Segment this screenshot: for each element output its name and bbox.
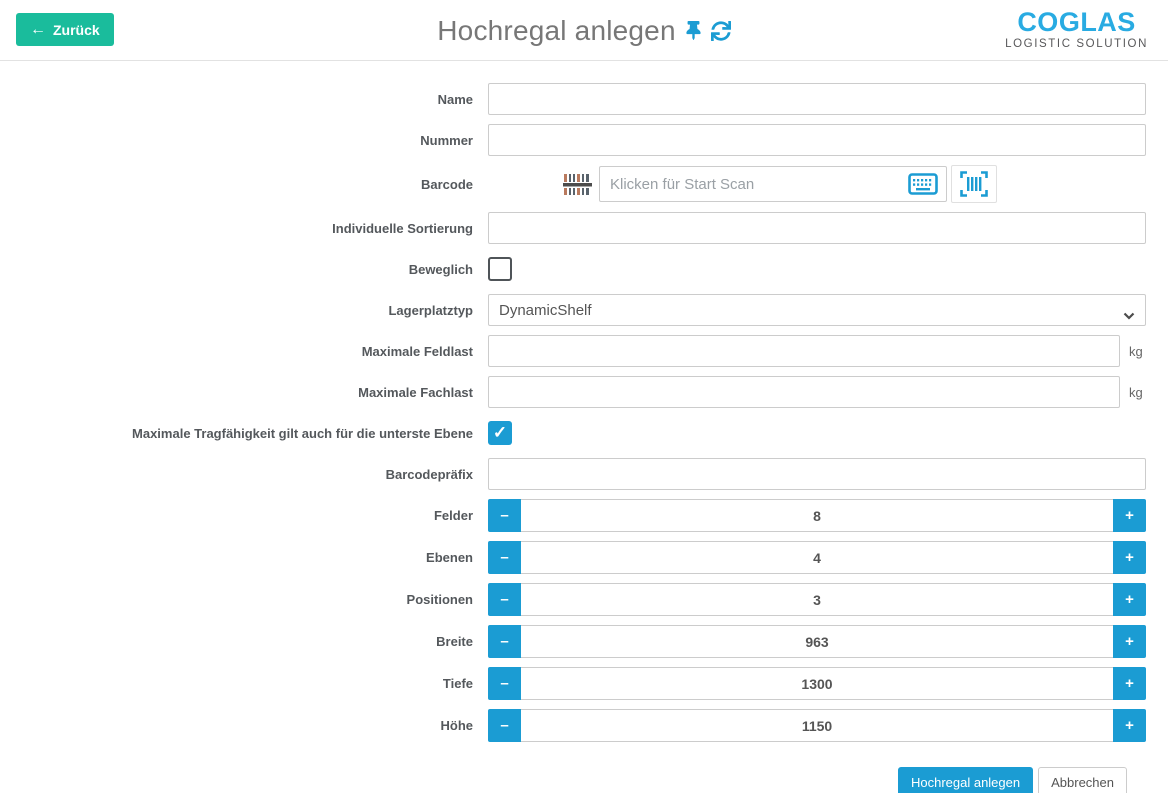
hoehe-label: Höhe <box>0 718 473 733</box>
breite-value-input[interactable] <box>521 625 1113 658</box>
row-sortierung: Individuelle Sortierung <box>0 212 1146 244</box>
tiefe-stepper: – + <box>488 667 1146 700</box>
barcodepraefix-label: Barcodepräfix <box>0 467 473 482</box>
lagerplatztyp-value: DynamicShelf <box>499 302 592 319</box>
barcode-widget <box>563 165 997 203</box>
coglas-logo: COGLAS LOGISTIC SOLUTION <box>1005 9 1148 51</box>
felder-increment-button[interactable]: + <box>1113 499 1146 532</box>
logo-tagline: LOGISTIC SOLUTION <box>1005 39 1148 51</box>
cancel-button[interactable]: Abbrechen <box>1038 767 1127 793</box>
barcode-scan-button[interactable] <box>951 165 997 203</box>
felder-decrement-button[interactable]: – <box>488 499 521 532</box>
row-barcodepraefix: Barcodepräfix <box>0 458 1146 490</box>
feldlast-unit: kg <box>1129 344 1143 359</box>
ebenen-label: Ebenen <box>0 550 473 565</box>
header: ← Zurück Hochregal anlegen COGLAS LOGIST… <box>0 0 1168 61</box>
row-positionen: Positionen – + <box>0 583 1146 616</box>
sortierung-input[interactable] <box>488 212 1146 244</box>
fachlast-input[interactable] <box>488 376 1120 408</box>
chevron-down-icon <box>1123 307 1135 324</box>
breite-stepper: – + <box>488 625 1146 658</box>
page-title: Hochregal anlegen <box>437 15 675 47</box>
breite-decrement-button[interactable]: – <box>488 625 521 658</box>
logo-name: COGLAS <box>1005 9 1148 36</box>
row-nummer: Nummer <box>0 124 1146 156</box>
row-fachlast: Maximale Fachlast kg <box>0 376 1146 408</box>
row-tiefe: Tiefe – + <box>0 667 1146 700</box>
positionen-decrement-button[interactable]: – <box>488 583 521 616</box>
row-feldlast: Maximale Feldlast kg <box>0 335 1146 367</box>
form-area: Name Nummer Barcode <box>0 61 1168 793</box>
hoehe-increment-button[interactable]: + <box>1113 709 1146 742</box>
beweglich-label: Beweglich <box>0 262 473 277</box>
refresh-icon[interactable] <box>711 21 731 41</box>
positionen-value-input[interactable] <box>521 583 1113 616</box>
felder-label: Felder <box>0 508 473 523</box>
beweglich-checkbox[interactable] <box>488 257 512 281</box>
tragfaehigkeit-checkbox[interactable]: ✓ <box>488 421 512 445</box>
row-barcode: Barcode <box>0 165 1146 203</box>
row-ebenen: Ebenen – + <box>0 541 1146 574</box>
name-label: Name <box>0 92 473 107</box>
barcode-label: Barcode <box>0 177 473 192</box>
feldlast-input[interactable] <box>488 335 1120 367</box>
checkmark-icon: ✓ <box>493 423 507 443</box>
form-actions: Hochregal anlegen Abbrechen <box>0 767 1127 793</box>
barcode-lines-icon <box>563 173 592 195</box>
row-hoehe: Höhe – + <box>0 709 1146 742</box>
submit-button[interactable]: Hochregal anlegen <box>898 767 1033 793</box>
ebenen-stepper: – + <box>488 541 1146 574</box>
title-area: Hochregal anlegen <box>0 0 1168 61</box>
row-name: Name <box>0 83 1146 115</box>
barcode-scan-input[interactable] <box>599 166 947 202</box>
feldlast-label: Maximale Feldlast <box>0 344 473 359</box>
breite-label: Breite <box>0 634 473 649</box>
positionen-increment-button[interactable]: + <box>1113 583 1146 616</box>
row-breite: Breite – + <box>0 625 1146 658</box>
breite-increment-button[interactable]: + <box>1113 625 1146 658</box>
ebenen-decrement-button[interactable]: – <box>488 541 521 574</box>
pin-icon[interactable] <box>686 21 701 40</box>
tiefe-decrement-button[interactable]: – <box>488 667 521 700</box>
barcodepraefix-input[interactable] <box>488 458 1146 490</box>
tiefe-label: Tiefe <box>0 676 473 691</box>
hoehe-value-input[interactable] <box>521 709 1113 742</box>
fachlast-label: Maximale Fachlast <box>0 385 473 400</box>
row-tragfaehigkeit: Maximale Tragfähigkeit gilt auch für die… <box>0 417 1146 449</box>
fachlast-unit: kg <box>1129 385 1143 400</box>
tragfaehigkeit-label: Maximale Tragfähigkeit gilt auch für die… <box>0 426 473 441</box>
hoehe-decrement-button[interactable]: – <box>488 709 521 742</box>
tiefe-increment-button[interactable]: + <box>1113 667 1146 700</box>
lagerplatztyp-select[interactable]: DynamicShelf <box>488 294 1146 326</box>
row-lagerplatztyp: Lagerplatztyp DynamicShelf <box>0 294 1146 326</box>
nummer-input[interactable] <box>488 124 1146 156</box>
felder-stepper: – + <box>488 499 1146 532</box>
row-beweglich: Beweglich <box>0 253 1146 285</box>
felder-value-input[interactable] <box>521 499 1113 532</box>
row-felder: Felder – + <box>0 499 1146 532</box>
nummer-label: Nummer <box>0 133 473 148</box>
positionen-stepper: – + <box>488 583 1146 616</box>
keyboard-icon[interactable] <box>908 173 938 195</box>
scan-input-wrap <box>599 166 947 202</box>
ebenen-increment-button[interactable]: + <box>1113 541 1146 574</box>
positionen-label: Positionen <box>0 592 473 607</box>
tiefe-value-input[interactable] <box>521 667 1113 700</box>
hoehe-stepper: – + <box>488 709 1146 742</box>
sortierung-label: Individuelle Sortierung <box>0 221 473 236</box>
name-input[interactable] <box>488 83 1146 115</box>
lagerplatztyp-label: Lagerplatztyp <box>0 303 473 318</box>
ebenen-value-input[interactable] <box>521 541 1113 574</box>
